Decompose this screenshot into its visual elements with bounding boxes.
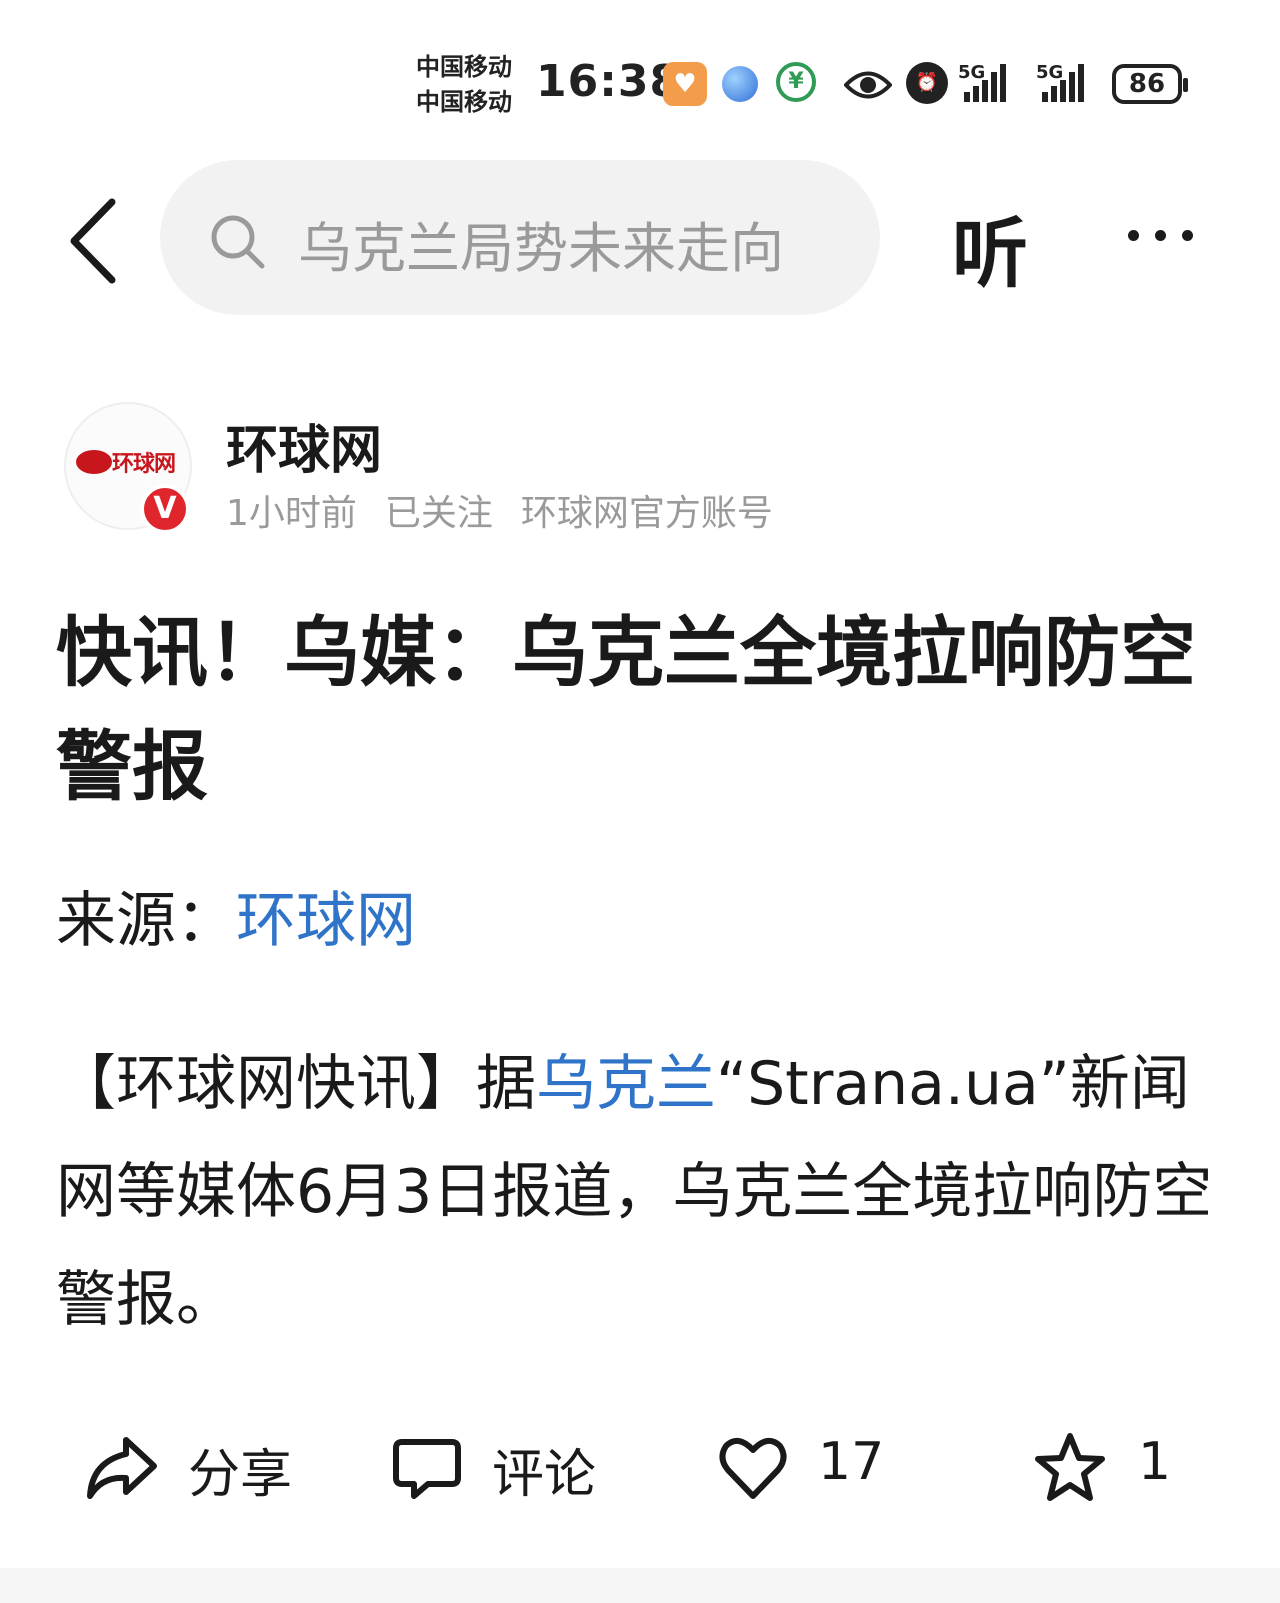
more-dot-icon [1182,230,1193,241]
author-name[interactable]: 环球网 [226,408,382,483]
article-body: 【环球网快讯】据乌克兰“Strana.ua”新闻网等媒体6月3日报道，乌克兰全境… [56,1030,1236,1354]
search-icon [211,215,265,269]
comment-label: 评论 [492,1445,597,1505]
signal-icon: 5G [1036,62,1096,106]
battery-level: 86 [1128,69,1166,99]
favorite-count: 1 [1138,1432,1172,1492]
article-title: 快讯！乌媒：乌克兰全境拉响防空警报 [56,608,1196,811]
app-heart-icon: ♥ [663,62,707,106]
like-count: 17 [818,1432,885,1492]
carrier-info: 中国移动 中国移动 [416,50,512,120]
publish-time: 1小时前 [226,493,357,534]
star-icon [1035,1433,1105,1501]
chevron-left-icon [70,198,116,284]
source-label: 来源： [56,886,236,956]
battery-icon: 86 [1112,64,1188,104]
bottom-divider [0,1568,1280,1603]
brand-logo-mark [76,450,112,474]
status-time: 16:38 [536,56,682,107]
more-options-button[interactable] [1128,226,1209,245]
search-query[interactable]: 乌克兰局势未来走向 [298,204,818,274]
body-topic-link[interactable]: 乌克兰 [536,1049,716,1119]
more-dot-icon [1155,230,1166,241]
comment-icon [393,1439,461,1499]
brand-logo-text: 环球网 [112,452,176,477]
listen-button[interactable]: 听 [952,192,1028,302]
article-source: 来源：环球网 [56,872,416,959]
carrier-2: 中国移动 [416,88,512,116]
author-description: 环球网官方账号 [520,493,773,534]
heart-icon [719,1437,787,1499]
follow-status[interactable]: 已关注 [385,493,493,534]
bank-app-icon: ¥ [776,62,816,102]
source-link[interactable]: 环球网 [236,886,416,956]
author-meta: 1小时前 已关注 环球网官方账号 [226,484,801,536]
more-dot-icon [1128,230,1139,241]
browser-planet-icon [722,66,758,102]
share-label: 分享 [188,1445,293,1505]
eye-comfort-icon [843,68,893,106]
status-bar: 中国移动 中国移动 16:38 ♥ ¥ ⏰ 5G 5G 86 [0,44,1280,124]
action-bar: 分享 评论 17 1 [0,1410,1280,1520]
verified-badge-icon: V [140,484,190,534]
body-prefix: 【环球网快讯】据 [56,1049,536,1119]
share-icon [87,1437,157,1499]
back-button[interactable] [66,196,126,286]
signal-icon: 5G [958,62,1018,106]
search-bar[interactable]: 乌克兰局势未来走向 [160,160,880,315]
carrier-1: 中国移动 [416,53,512,81]
alarm-icon: ⏰ [906,62,948,104]
